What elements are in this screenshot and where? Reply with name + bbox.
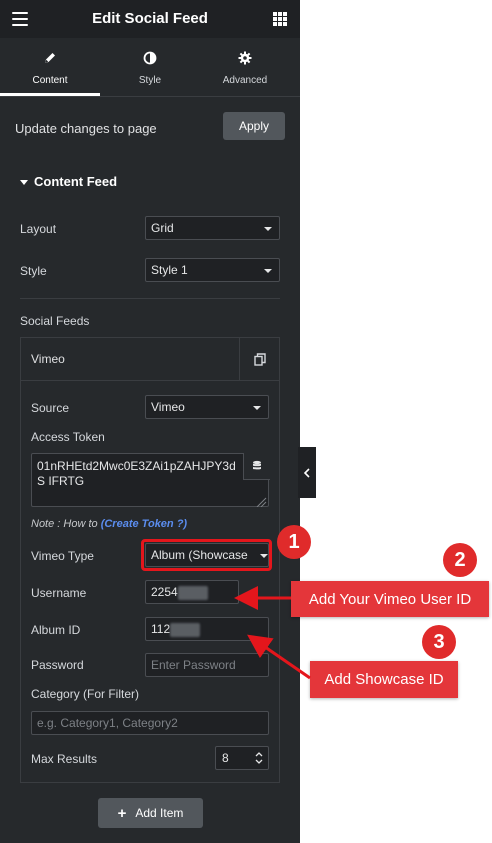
arrow-to-album-id <box>247 634 311 680</box>
annotation-arrows <box>234 586 311 680</box>
